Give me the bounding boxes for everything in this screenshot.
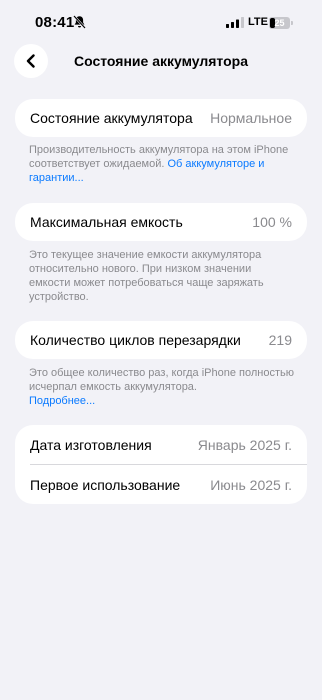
back-button[interactable] [14, 44, 48, 78]
network-type: LTE [248, 16, 268, 28]
first-use-value: Июнь 2025 г. [210, 476, 292, 493]
status-bar: 08:41 LTE 25 [0, 0, 322, 44]
battery-health-card: Состояние аккумулятора Нормальное [15, 99, 307, 137]
chevron-left-icon [26, 54, 35, 68]
cycle-count-value: 219 [268, 332, 292, 348]
max-capacity-label: Максимальная емкость [30, 214, 183, 230]
max-capacity-value: 100 % [252, 214, 292, 230]
battery-icon: 25 [269, 17, 294, 29]
cellular-signal-icon [226, 17, 244, 28]
battery-health-label: Состояние аккумулятора [30, 110, 193, 126]
dates-card: Дата изготовления Январь 2025 г. Первое … [15, 425, 307, 504]
bell-slash-icon [73, 15, 86, 29]
manufacture-date-value: Январь 2025 г. [197, 436, 292, 453]
battery-health-footnote: Производительность аккумулятора на этом … [29, 143, 295, 185]
manufacture-date-label: Дата изготовления [30, 436, 152, 453]
max-capacity-card: Максимальная емкость 100 % [15, 203, 307, 241]
page-title: Состояние аккумулятора [73, 53, 248, 69]
battery-health-value: Нормальное [210, 110, 292, 126]
first-use-label: Первое использование [30, 476, 181, 493]
learn-more-link[interactable]: Подробнее... [29, 395, 95, 407]
max-capacity-footnote: Это текущее значение емкости аккумулятор… [29, 249, 264, 303]
nav-bar: Состояние аккумулятора [0, 44, 322, 80]
first-use-row: Первое использование Июнь 2025 г. [15, 465, 307, 504]
max-capacity-row: Максимальная емкость 100 % [15, 203, 307, 241]
battery-health-row[interactable]: Состояние аккумулятора Нормальное [15, 99, 307, 137]
status-time: 08:41 [35, 14, 75, 31]
battery-percentage: 25 [274, 18, 285, 28]
cycle-count-card: Количество циклов перезарядки 219 [15, 321, 307, 359]
cycle-count-row: Количество циклов перезарядки 219 [15, 321, 307, 359]
cycle-count-footnote: Это общее количество раз, когда iPhone п… [29, 366, 295, 408]
cycle-count-label: Количество циклов перезарядки [30, 332, 241, 348]
cycle-count-footnote-text: Это общее количество раз, когда iPhone п… [29, 367, 294, 393]
manufacture-date-row: Дата изготовления Январь 2025 г. [15, 425, 307, 464]
